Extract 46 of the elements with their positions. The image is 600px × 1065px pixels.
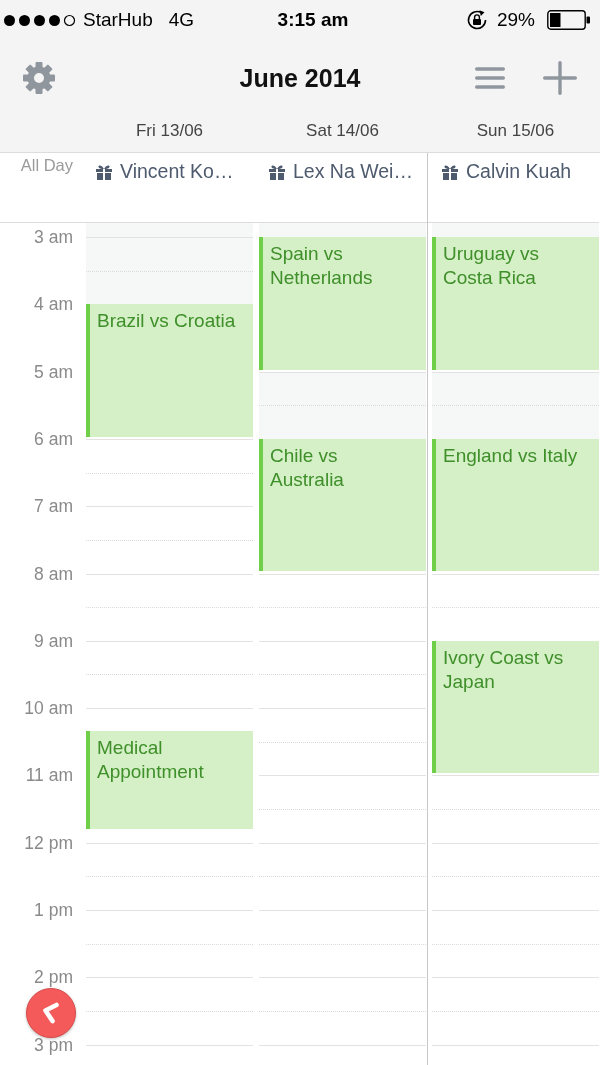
month-title: June 2014 [239, 63, 361, 93]
day-header: Fri 13/06 [135, 121, 204, 141]
back-button[interactable] [26, 988, 76, 1038]
calendar-event[interactable]: Ivory Coast vs Japan [432, 640, 599, 774]
add-button[interactable] [543, 61, 577, 95]
all-day-event[interactable]: Vincent Ko… [96, 160, 234, 183]
calendar-event[interactable]: England vs Italy [432, 438, 599, 572]
battery-icon [547, 10, 590, 30]
all-day-event[interactable]: Lex Na Wei… [269, 160, 413, 183]
settings-button[interactable] [22, 61, 56, 95]
hour-label: 7 am [34, 495, 73, 517]
battery-percent: 29% [496, 9, 535, 31]
gear-icon [22, 61, 56, 95]
calendar-event[interactable]: Chile vs Australia [259, 438, 426, 572]
all-day-label: All Day [20, 156, 73, 175]
rotation-lock-icon [465, 9, 488, 31]
gift-icon [96, 163, 112, 180]
calendar-event[interactable]: Medical Appointment [86, 730, 253, 830]
hour-label: 3 pm [34, 1034, 73, 1056]
hour-label: 11 am [25, 764, 73, 786]
hour-label: 9 am [34, 630, 73, 652]
hour-label: 10 am [24, 697, 73, 719]
hour-label: 5 am [34, 361, 73, 383]
menu-icon [475, 67, 505, 89]
carrier-name: StarHub [83, 9, 153, 31]
hour-label: 2 pm [34, 966, 73, 988]
chevron-left-icon [41, 1002, 61, 1024]
calendar-event[interactable]: Spain vs Netherlands [259, 237, 426, 370]
network-type: 4G [168, 9, 195, 31]
calendar-event[interactable]: Brazil vs Croatia [86, 304, 253, 437]
signal-icon [3, 13, 77, 27]
hour-label: 8 am [34, 563, 73, 584]
hour-label: 1 pm [34, 899, 73, 921]
plus-icon [543, 61, 577, 95]
clock-time: 3:15 am [277, 9, 349, 31]
day-header: Sat 14/06 [306, 121, 379, 141]
hour-label: 6 am [34, 428, 73, 450]
hour-label: 4 am [34, 293, 73, 315]
all-day-event[interactable]: Calvin Kuah [442, 160, 572, 183]
calendar-event[interactable]: Uruguay vs Costa Rica [432, 237, 599, 370]
hour-label: 12 pm [24, 832, 73, 854]
list-view-button[interactable] [475, 67, 505, 89]
gift-icon [269, 163, 285, 180]
day-header: Sun 15/06 [476, 121, 555, 141]
hour-label: 3 am [34, 226, 73, 248]
gift-icon [442, 163, 458, 180]
